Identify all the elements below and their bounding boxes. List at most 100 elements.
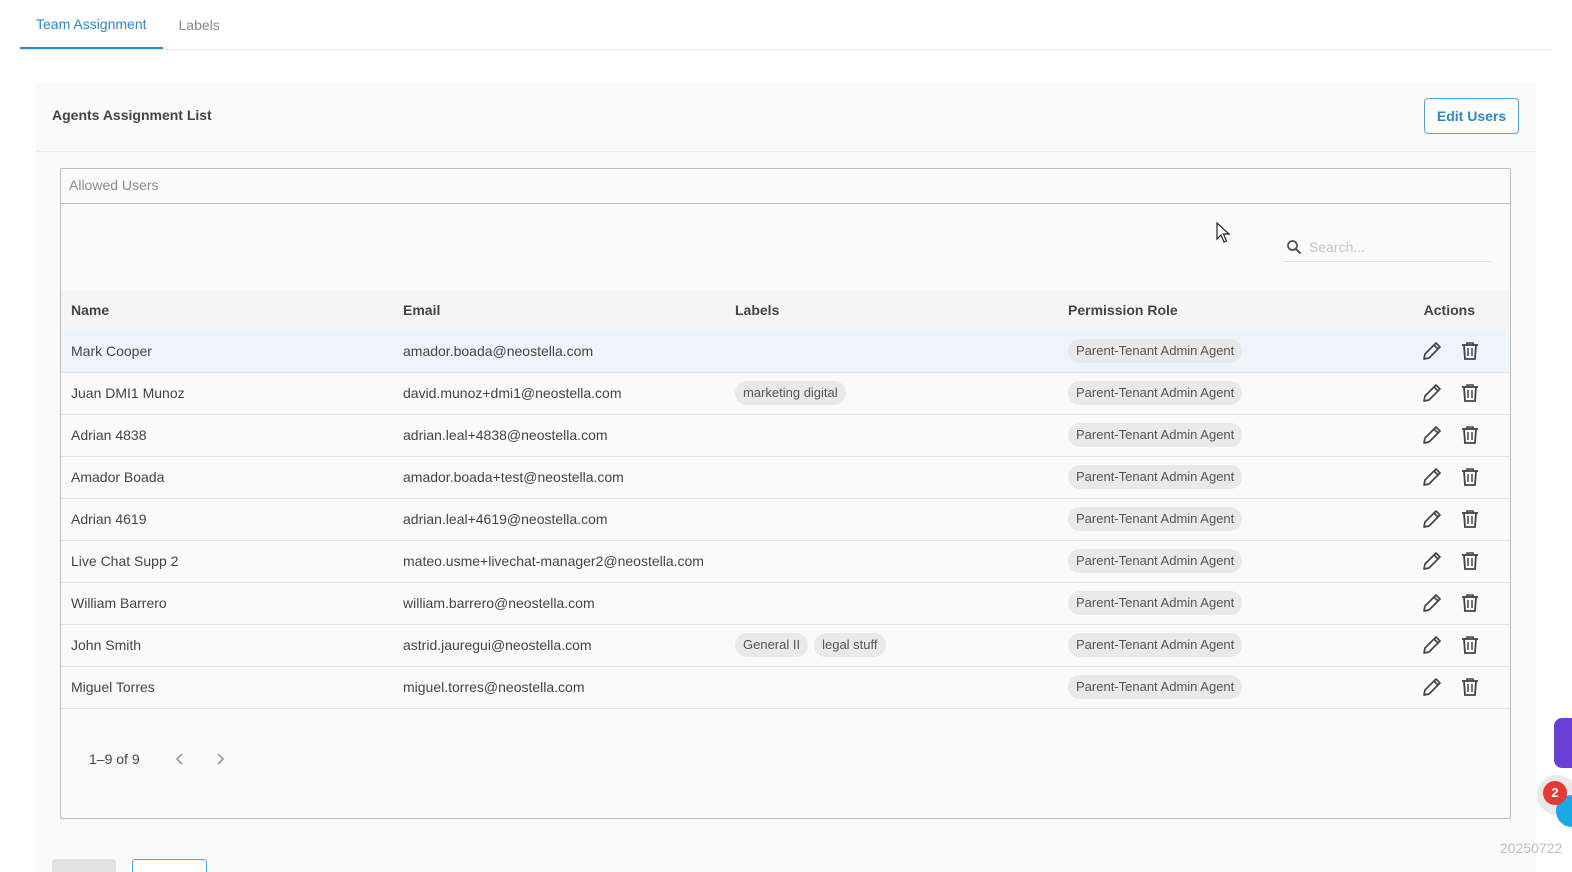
cell-permission-role: Parent-Tenant Admin Agent bbox=[1058, 372, 1308, 414]
delete-trash-icon[interactable] bbox=[1458, 507, 1482, 531]
delete-trash-icon[interactable] bbox=[1458, 633, 1482, 657]
role-chip: Parent-Tenant Admin Agent bbox=[1068, 338, 1243, 363]
cell-permission-role: Parent-Tenant Admin Agent bbox=[1058, 330, 1308, 372]
cell-email: astrid.jauregui@neostella.com bbox=[403, 637, 592, 653]
table-row[interactable]: Juan DMI1 Munoz david.munoz+dmi1@neostell… bbox=[61, 372, 1510, 414]
cell-email: amador.boada+test@neostella.com bbox=[403, 469, 624, 485]
column-header-email: Email bbox=[403, 302, 441, 318]
cell-actions bbox=[1308, 330, 1510, 372]
edit-pencil-icon[interactable] bbox=[1420, 507, 1444, 531]
cell-permission-role: Parent-Tenant Admin Agent bbox=[1058, 540, 1308, 582]
cell-labels bbox=[725, 498, 1058, 540]
table-row[interactable]: Miguel Torres miguel.torres@neostella.com… bbox=[61, 666, 1510, 708]
tab-labels[interactable]: Labels bbox=[163, 0, 236, 50]
delete-trash-icon[interactable] bbox=[1458, 591, 1482, 615]
cell-permission-role: Parent-Tenant Admin Agent bbox=[1058, 414, 1308, 456]
search-input[interactable] bbox=[1309, 238, 1479, 255]
agents-assignment-card: Agents Assignment List Edit Users Allowe… bbox=[36, 82, 1536, 872]
cell-name: Live Chat Supp 2 bbox=[71, 553, 179, 569]
cell-name: John Smith bbox=[71, 637, 142, 653]
save-button[interactable] bbox=[52, 859, 116, 872]
cell-name: William Barrero bbox=[71, 595, 167, 611]
edit-pencil-icon[interactable] bbox=[1420, 675, 1444, 699]
edit-pencil-icon[interactable] bbox=[1420, 591, 1444, 615]
role-chip: Parent-Tenant Admin Agent bbox=[1068, 633, 1243, 657]
pagination: 1–9 of 9 bbox=[89, 747, 232, 771]
table-row[interactable]: Mark Cooper amador.boada@neostella.com Par… bbox=[61, 330, 1510, 372]
cancel-button[interactable] bbox=[132, 859, 207, 872]
tab-bar: Team Assignment Labels bbox=[20, 0, 1552, 50]
edit-pencil-icon[interactable] bbox=[1420, 423, 1444, 447]
column-header-permission-role: Permission Role bbox=[1068, 302, 1178, 318]
cell-labels: General II legal stuff bbox=[725, 624, 1058, 666]
column-header-actions: Actions bbox=[1423, 302, 1475, 318]
cell-permission-role: Parent-Tenant Admin Agent bbox=[1058, 624, 1308, 666]
edit-pencil-icon[interactable] bbox=[1420, 381, 1444, 405]
cell-permission-role: Parent-Tenant Admin Agent bbox=[1058, 456, 1308, 498]
card-title: Agents Assignment List bbox=[52, 107, 212, 123]
delete-trash-icon[interactable] bbox=[1458, 465, 1482, 489]
cell-actions bbox=[1308, 540, 1510, 582]
table-row[interactable]: Amador Boada amador.boada+test@neostella.… bbox=[61, 456, 1510, 498]
chevron-left-icon[interactable] bbox=[168, 747, 192, 771]
cell-name: Adrian 4838 bbox=[71, 427, 147, 443]
cell-email: adrian.leal+4838@neostella.com bbox=[403, 427, 608, 443]
cell-labels: marketing digital bbox=[725, 372, 1058, 414]
delete-trash-icon[interactable] bbox=[1458, 423, 1482, 447]
cell-actions bbox=[1308, 666, 1510, 708]
card-header: Agents Assignment List Edit Users bbox=[36, 82, 1536, 152]
table-body: Mark Cooper amador.boada@neostella.com Par… bbox=[61, 330, 1510, 708]
cell-actions bbox=[1308, 372, 1510, 414]
column-header-name: Name bbox=[71, 302, 110, 318]
notification-badge: 2 bbox=[1543, 781, 1567, 805]
search-field[interactable] bbox=[1283, 232, 1491, 262]
edit-pencil-icon[interactable] bbox=[1420, 465, 1444, 489]
cell-labels bbox=[725, 666, 1058, 708]
mouse-pointer-icon bbox=[1216, 222, 1230, 243]
table-row[interactable]: Live Chat Supp 2 mateo.usme+livechat-mana… bbox=[61, 540, 1510, 582]
cell-email: miguel.torres@neostella.com bbox=[403, 679, 585, 695]
cell-actions bbox=[1308, 624, 1510, 666]
cell-email: david.munoz+dmi1@neostella.com bbox=[403, 385, 622, 401]
table-row[interactable]: Adrian 4838 adrian.leal+4838@neostella.co… bbox=[61, 414, 1510, 456]
cell-labels bbox=[725, 582, 1058, 624]
cell-email: william.barrero@neostella.com bbox=[403, 595, 595, 611]
cell-name: Adrian 4619 bbox=[71, 511, 147, 527]
edit-pencil-icon[interactable] bbox=[1420, 549, 1444, 573]
search-icon bbox=[1287, 239, 1301, 254]
edit-users-button[interactable]: Edit Users bbox=[1424, 98, 1519, 134]
edit-pencil-icon[interactable] bbox=[1420, 633, 1444, 657]
build-stamp: 20250722 bbox=[1500, 840, 1563, 856]
cell-labels bbox=[725, 540, 1058, 582]
delete-trash-icon[interactable] bbox=[1458, 549, 1482, 573]
allowed-users-label: Allowed Users bbox=[61, 169, 1510, 204]
chevron-right-icon[interactable] bbox=[208, 747, 232, 771]
cell-name: Juan DMI1 Munoz bbox=[71, 385, 185, 401]
delete-trash-icon[interactable] bbox=[1458, 675, 1482, 699]
tab-team-assignment[interactable]: Team Assignment bbox=[20, 0, 163, 49]
cell-actions bbox=[1308, 582, 1510, 624]
label-chip: marketing digital bbox=[735, 381, 846, 405]
cell-email: mateo.usme+livechat-manager2@neostella.c… bbox=[403, 553, 704, 569]
pagination-range: 1–9 of 9 bbox=[89, 751, 140, 767]
table-row[interactable]: John Smith astrid.jauregui@neostella.com G… bbox=[61, 624, 1510, 666]
cell-name: Miguel Torres bbox=[71, 679, 155, 695]
cell-email: amador.boada@neostella.com bbox=[403, 342, 594, 359]
chat-widget-tab[interactable] bbox=[1554, 718, 1572, 768]
edit-pencil-icon[interactable] bbox=[1420, 339, 1444, 363]
page: Team Assignment Labels Agents Assignment… bbox=[0, 0, 1572, 872]
role-chip: Parent-Tenant Admin Agent bbox=[1068, 507, 1243, 531]
users-table: Name Email Labels Permission Role Action… bbox=[61, 290, 1510, 709]
role-chip: Parent-Tenant Admin Agent bbox=[1068, 423, 1243, 447]
delete-trash-icon[interactable] bbox=[1458, 339, 1482, 363]
table-row[interactable]: William Barrero william.barrero@neostella… bbox=[61, 582, 1510, 624]
cell-permission-role: Parent-Tenant Admin Agent bbox=[1058, 582, 1308, 624]
table-row[interactable]: Adrian 4619 adrian.leal+4619@neostella.co… bbox=[61, 498, 1510, 540]
cell-permission-role: Parent-Tenant Admin Agent bbox=[1058, 666, 1308, 708]
cell-actions bbox=[1308, 456, 1510, 498]
role-chip: Parent-Tenant Admin Agent bbox=[1068, 465, 1243, 489]
table-header-row: Name Email Labels Permission Role Action… bbox=[61, 290, 1510, 330]
cell-email: adrian.leal+4619@neostella.com bbox=[403, 511, 608, 527]
role-chip: Parent-Tenant Admin Agent bbox=[1068, 675, 1243, 699]
delete-trash-icon[interactable] bbox=[1458, 381, 1482, 405]
